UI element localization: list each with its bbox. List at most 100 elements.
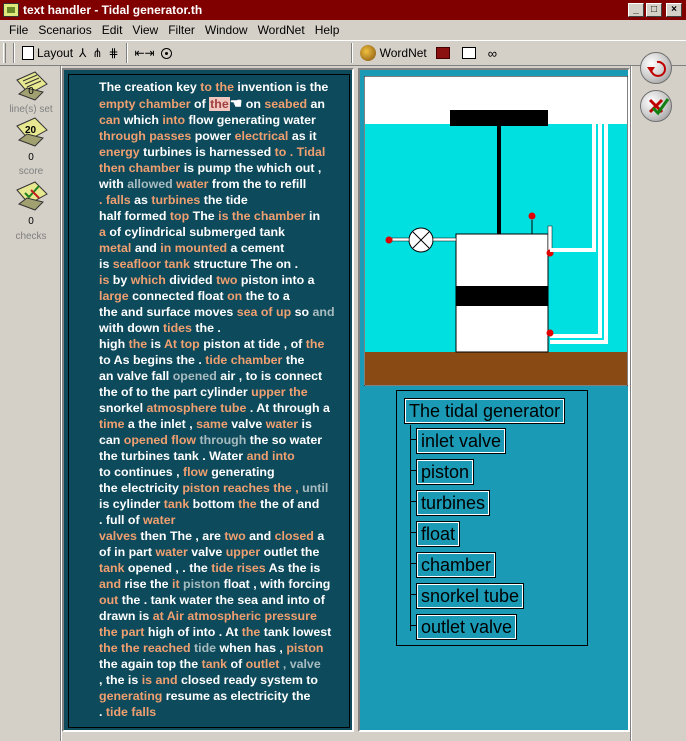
menu-wordnet[interactable]: WordNet [253,23,310,37]
dictionary-button[interactable] [430,43,456,63]
text-word[interactable]: outlet the [264,545,320,559]
text-word[interactable]: . falls [99,193,134,207]
text-word[interactable]: two [224,529,249,543]
text-word[interactable]: and [249,529,274,543]
text-word[interactable]: on [242,97,264,111]
text-word[interactable]: tide rises [211,561,268,575]
text-word[interactable]: empty chamber [99,97,194,111]
text-word[interactable]: and into [247,449,295,463]
text-word[interactable]: the electricity [99,481,182,495]
text-word[interactable]: the again top the [99,657,202,671]
text-line[interactable]: high the is At top piston at tide , of t… [99,336,349,352]
text-word[interactable]: as it [292,129,317,143]
text-word[interactable]: the [129,337,151,351]
text-word[interactable]: , the is [99,673,142,687]
text-word[interactable]: power [195,129,235,143]
text-word[interactable]: . At through a [250,401,330,415]
text-word[interactable]: the [238,497,260,511]
text-line[interactable]: generating resume as electricity the [99,688,349,704]
text-line[interactable]: with allowed water from the to refill [99,176,349,192]
text-line[interactable]: , the is is and closed ready system to [99,672,349,688]
text-word[interactable]: the so water [250,433,322,447]
text-word[interactable]: closed ready system to [181,673,318,687]
text-word[interactable]: of into . At [177,625,241,639]
text-line[interactable]: time a the inlet , same valve water is [99,416,349,432]
text-line[interactable]: to As begins the . tide chamber the [99,352,349,368]
text-word[interactable]: opened flow [124,433,200,447]
text-area[interactable]: The creation key to the invention is the… [68,74,350,728]
label-snorkel-tube[interactable]: snorkel tube [415,583,525,609]
text-line[interactable]: energy turbines is harnessed to . Tidal [99,144,349,160]
text-word[interactable]: the part [99,625,148,639]
text-word[interactable]: which [131,273,170,287]
text-word[interactable]: piston [286,641,323,655]
text-word[interactable]: water [176,177,212,191]
text-word[interactable]: through [200,433,250,447]
close-button[interactable]: × [666,3,682,17]
text-word[interactable]: the . [195,321,220,335]
text-line[interactable]: empty chamber of the☚ on seabed an [99,95,349,112]
label-chamber[interactable]: chamber [415,552,497,578]
text-word[interactable]: to the [200,80,237,94]
text-word[interactable]: as [134,193,151,207]
text-word[interactable]: so [295,305,313,319]
text-word[interactable]: tide [194,641,219,655]
text-word[interactable]: of in part [99,545,155,559]
text-word[interactable]: divided [169,273,216,287]
text-word[interactable]: bottom [193,497,238,511]
text-line[interactable]: then chamber is pump the which out , [99,160,349,176]
text-word[interactable]: can [99,433,124,447]
menu-window[interactable]: Window [200,23,253,37]
text-word[interactable]: flow [183,465,211,479]
text-word[interactable]: upper [226,545,264,559]
text-word[interactable]: at [153,609,167,623]
menu-edit[interactable]: Edit [97,23,128,37]
text-line[interactable]: the the reached tide when has , piston [99,640,349,656]
text-line[interactable]: through passes power electrical as it [99,128,349,144]
text-word[interactable]: is [99,273,113,287]
text-word[interactable]: drawn is [99,609,153,623]
label-inlet-valve[interactable]: inlet valve [415,428,507,454]
text-line[interactable]: the electricity piston reaches the , unt… [99,480,349,496]
text-word[interactable]: tank [202,657,231,671]
text-line[interactable]: is seafloor tank structure The on . [99,256,349,272]
text-line[interactable]: the of to the part cylinder upper the [99,384,349,400]
menu-filter[interactable]: Filter [163,23,200,37]
text-word[interactable]: to continues , [99,465,183,479]
text-word[interactable]: water [143,513,175,527]
text-word[interactable]: passes [149,129,194,143]
text-word[interactable]: the . tank water the sea and into of [122,593,325,607]
maximize-button[interactable]: □ [646,3,662,17]
text-word[interactable]: generating [99,689,166,703]
text-word[interactable]: an [311,97,325,111]
text-word[interactable]: upper the [251,385,307,399]
label-piston[interactable]: piston [415,459,475,485]
text-word[interactable]: The creation key [99,80,200,94]
menu-scenarios[interactable]: Scenarios [33,23,96,37]
text-word[interactable]: the [242,625,264,639]
text-word[interactable]: of cylindrical submerged tank [109,225,285,239]
text-word[interactable]: . [99,705,106,719]
wordnet-button[interactable]: WordNet [357,43,430,63]
text-line[interactable]: can which into flow generating water [99,112,349,128]
text-word[interactable]: structure [193,257,250,271]
text-word[interactable]: connected float [132,289,227,303]
text-word[interactable]: it [172,577,183,591]
text-word[interactable]: , valve [283,657,321,671]
label-outlet-valve[interactable]: outlet valve [415,614,518,640]
tree-layout-button-1[interactable]: ⅄ [76,43,89,63]
text-line[interactable]: the again top the tank of outlet , valve [99,656,349,672]
text-word[interactable]: is [99,257,113,271]
text-word[interactable]: is pump the which out , [184,161,322,175]
text-word[interactable]: in mounted [160,241,230,255]
spread-button[interactable]: ⇤⇥ [132,43,158,63]
text-word[interactable]: the of to the part cylinder [99,385,251,399]
undo-button[interactable] [640,52,672,84]
text-word[interactable]: generating water [217,113,316,127]
text-word[interactable]: out [99,593,122,607]
text-word[interactable]: top [170,209,193,223]
scrambled-text[interactable]: The creation key to the invention is the… [99,79,349,720]
text-word[interactable]: sea [237,305,261,319]
text-word[interactable]: of up [261,305,295,319]
text-word[interactable]: is [151,337,164,351]
